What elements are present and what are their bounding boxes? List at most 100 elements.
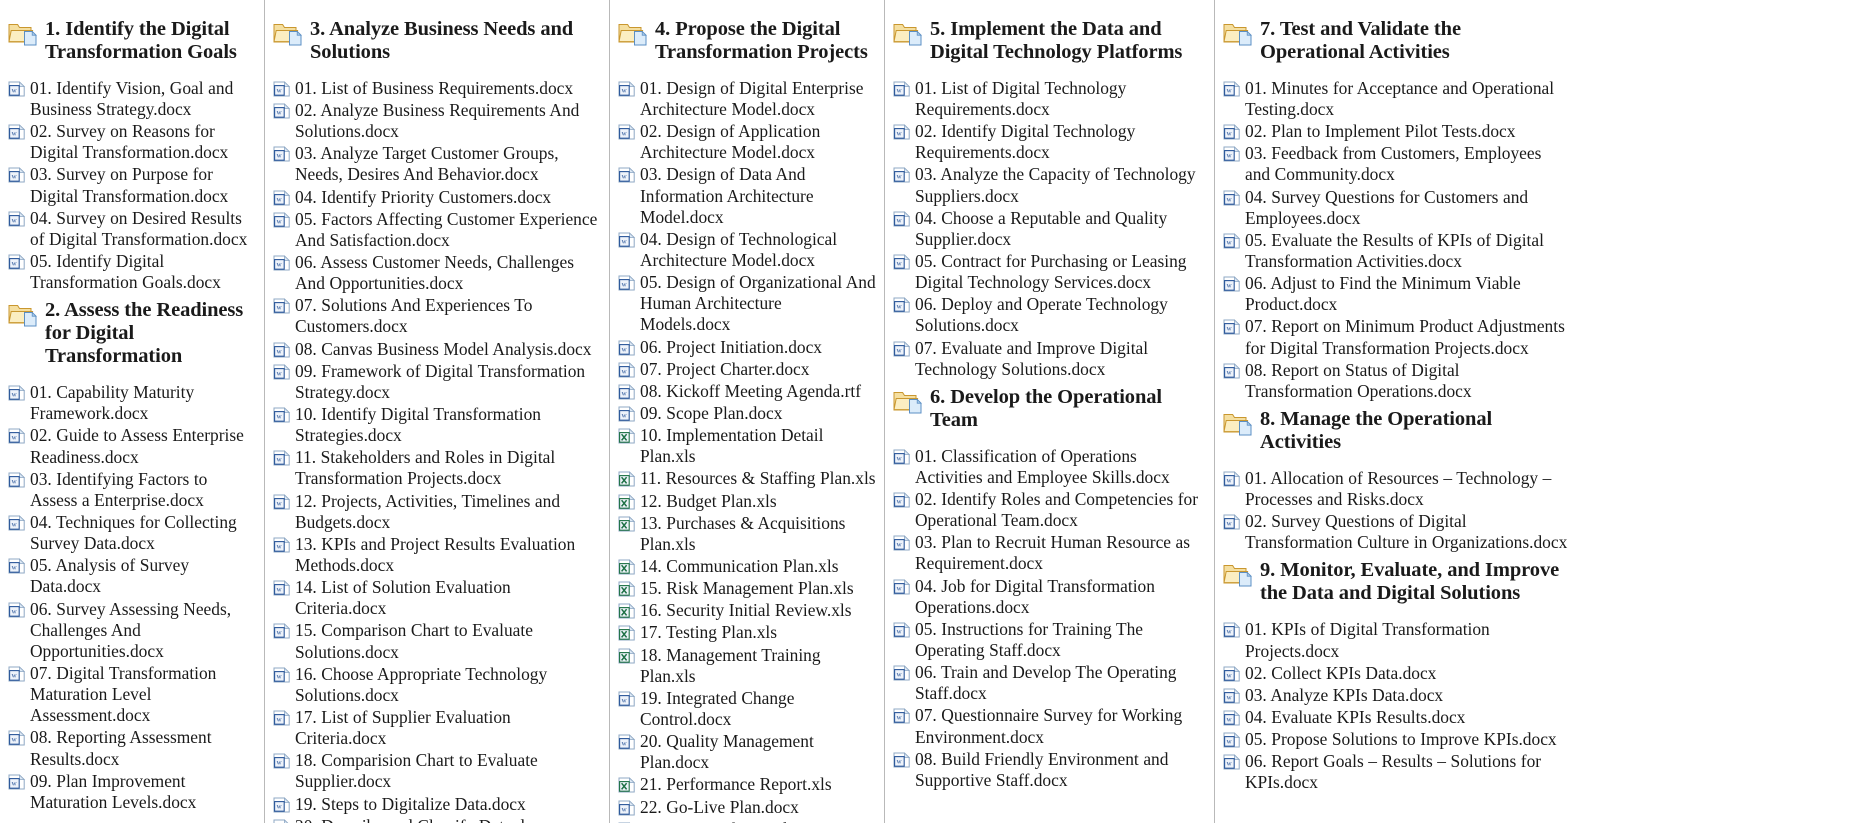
file-list-item[interactable]: w 08. Build Friendly Environment and Supp… (893, 749, 1206, 791)
file-list-item[interactable]: w 01. Classification of Operations Activi… (893, 446, 1206, 488)
file-list-item[interactable]: w 01. Identify Vision, Goal and Business … (8, 78, 256, 120)
file-list-item[interactable]: w 02. Identify Roles and Competencies for… (893, 489, 1206, 531)
section-header[interactable]: 5. Implement the Data and Digital Techno… (893, 18, 1206, 64)
file-list-item[interactable]: w 08. Canvas Business Model Analysis.docx (273, 339, 601, 360)
file-list-item[interactable]: w 01. Design of Digital Enterprise Archit… (618, 78, 876, 120)
file-list-item[interactable]: w 05. Factors Affecting Customer Experien… (273, 209, 601, 251)
file-list-item[interactable]: w 02. Identify Digital Technology Require… (893, 121, 1206, 163)
file-list-item[interactable]: w 03. Identifying Factors to Assess a Ent… (8, 469, 256, 511)
file-list-item[interactable]: w 07. Report on Minimum Product Adjustmen… (1223, 316, 1569, 358)
file-list-item[interactable]: 17. Testing Plan.xls (618, 622, 876, 643)
file-list-item[interactable]: w 01. List of Digital Technology Requirem… (893, 78, 1206, 120)
file-list-item[interactable]: w 06. Project Initiation.docx (618, 337, 876, 358)
section-header[interactable]: 3. Analyze Business Needs and Solutions (273, 18, 601, 64)
file-list-item[interactable]: w 05. Evaluate the Results of KPIs of Dig… (1223, 230, 1569, 272)
file-list-item[interactable]: 16. Security Initial Review.xls (618, 600, 876, 621)
file-list-item[interactable]: w 02. Survey Questions of Digital Transfo… (1223, 511, 1569, 553)
file-list-item[interactable]: w 07. Questionnaire Survey for Working En… (893, 705, 1206, 747)
file-list-item[interactable]: w 19. Steps to Digitalize Data.docx (273, 794, 601, 815)
file-list-item[interactable]: w 04. Evaluate KPIs Results.docx (1223, 707, 1569, 728)
file-list-item[interactable]: w 04. Job for Digital Transformation Oper… (893, 576, 1206, 618)
file-list-item[interactable]: w 05. Identify Digital Transformation Goa… (8, 251, 256, 293)
file-list-item[interactable]: w 07. Evaluate and Improve Digital Techno… (893, 338, 1206, 380)
file-list-item[interactable]: 11. Resources & Staffing Plan.xls (618, 468, 876, 489)
file-list-item[interactable]: w 03. Survey on Purpose for Digital Trans… (8, 164, 256, 206)
file-list-item[interactable]: 10. Implementation Detail Plan.xls (618, 425, 876, 467)
file-list-item[interactable]: w 14. List of Solution Evaluation Criteri… (273, 577, 601, 619)
file-list-item[interactable]: w 16. Choose Appropriate Technology Solut… (273, 664, 601, 706)
file-list-item[interactable]: w 02. Survey on Reasons for Digital Trans… (8, 121, 256, 163)
file-list-item[interactable]: w 07. Solutions And Experiences To Custom… (273, 295, 601, 337)
file-list-item[interactable]: w 03. Analyze the Capacity of Technology … (893, 164, 1206, 206)
file-list-item[interactable]: w 02. Collect KPIs Data.docx (1223, 663, 1569, 684)
file-list-item[interactable]: w 02. Plan to Implement Pilot Tests.docx (1223, 121, 1569, 142)
file-list-item[interactable]: w 05. Contract for Purchasing or Leasing … (893, 251, 1206, 293)
file-list-item[interactable]: w 06. Adjust to Find the Minimum Viable P… (1223, 273, 1569, 315)
file-list-item[interactable]: w 04. Techniques for Collecting Survey Da… (8, 512, 256, 554)
file-list-item[interactable]: w 12. Projects, Activities, Timelines and… (273, 491, 601, 533)
section-header[interactable]: 8. Manage the Operational Activities (1223, 408, 1569, 454)
file-list-item[interactable]: w20. Describe and Classify Data.docx (273, 816, 601, 823)
file-list-item[interactable]: w 06. Train and Develop The Operating Sta… (893, 662, 1206, 704)
file-list-item[interactable]: w 02. Analyze Business Requirements And S… (273, 100, 601, 142)
file-list-item[interactable]: w 07. Digital Transformation Maturation L… (8, 663, 256, 726)
file-list-item[interactable]: w 08. Reporting Assessment Results.docx (8, 727, 256, 769)
file-list-item[interactable]: w 03. Design of Data And Information Arch… (618, 164, 876, 227)
file-list-item[interactable]: w 09. Framework of Digital Transformation… (273, 361, 601, 403)
section-header[interactable]: 6. Develop the Operational Team (893, 386, 1206, 432)
file-list-item[interactable]: w 03. Analyze KPIs Data.docx (1223, 685, 1569, 706)
file-list-item[interactable]: 21. Performance Report.xls (618, 774, 876, 795)
file-list-item[interactable]: w 15. Comparison Chart to Evaluate Soluti… (273, 620, 601, 662)
file-list-item[interactable]: w 06. Survey Assessing Needs, Challenges … (8, 599, 256, 662)
section-header[interactable]: 2. Assess the Readiness for Digital Tran… (8, 299, 256, 368)
section-header[interactable]: 4. Propose the Digital Transformation Pr… (618, 18, 876, 64)
file-list-item[interactable]: w 01. Capability Maturity Framework.docx (8, 382, 256, 424)
file-list-item[interactable]: w 05. Instructions for Training The Opera… (893, 619, 1206, 661)
file-list-item[interactable]: w 01. List of Business Requirements.docx (273, 78, 601, 99)
file-list-item[interactable]: w 01. Minutes for Acceptance and Operatio… (1223, 78, 1569, 120)
file-list-item[interactable]: w 05. Propose Solutions to Improve KPIs.d… (1223, 729, 1569, 750)
file-list-item[interactable]: 14. Communication Plan.xls (618, 556, 876, 577)
file-list-item[interactable]: w 22. Go-Live Plan.docx (618, 797, 876, 818)
file-list-item[interactable]: w 03. Plan to Recruit Human Resource as R… (893, 532, 1206, 574)
file-list-item[interactable]: w 04. Survey on Desired Results of Digita… (8, 208, 256, 250)
file-name-label: 02. Survey on Reasons for Digital Transf… (30, 121, 229, 163)
file-list-item[interactable]: w 06. Deploy and Operate Technology Solut… (893, 294, 1206, 336)
file-list-item[interactable]: w 07. Project Charter.docx (618, 359, 876, 380)
section-header[interactable]: 9. Monitor, Evaluate, and Improve the Da… (1223, 559, 1569, 605)
file-list-item[interactable]: w 08. Report on Status of Digital Transfo… (1223, 360, 1569, 402)
file-list-item[interactable]: w 08. Kickoff Meeting Agenda.rtf (618, 381, 876, 402)
file-list-item[interactable]: w 02. Design of Application Architecture … (618, 121, 876, 163)
file-list-item[interactable]: w 20. Quality Management Plan.docx (618, 731, 876, 773)
file-list-item[interactable]: w 05. Design of Organizational And Human … (618, 272, 876, 335)
svg-text:w: w (276, 87, 282, 95)
file-list-item[interactable]: w 09. Plan Improvement Maturation Levels.… (8, 771, 256, 813)
file-list-item[interactable]: w 03. Analyze Target Customer Groups, Nee… (273, 143, 601, 185)
file-list-item[interactable]: 12. Budget Plan.xls (618, 491, 876, 512)
file-list-item[interactable]: w 04. Design of Technological Architectur… (618, 229, 876, 271)
file-list-item[interactable]: w 19. Integrated Change Control.docx (618, 688, 876, 730)
file-list-item[interactable]: w 03. Feedback from Customers, Employees … (1223, 143, 1569, 185)
svg-text:w: w (11, 87, 17, 95)
file-list-item[interactable]: w 04. Identify Priority Customers.docx (273, 187, 601, 208)
file-list-item[interactable]: w 17. List of Supplier Evaluation Criteri… (273, 707, 601, 749)
file-list-item[interactable]: 15. Risk Management Plan.xls (618, 578, 876, 599)
file-list-item[interactable]: w 06. Report Goals – Results – Solutions … (1223, 751, 1569, 793)
file-list-item[interactable]: w 04. Survey Questions for Customers and … (1223, 187, 1569, 229)
file-list-item[interactable]: w23. Project Closing.docx (618, 819, 876, 823)
file-list-item[interactable]: w 10. Identify Digital Transformation Str… (273, 404, 601, 446)
file-list-item[interactable]: w 13. KPIs and Project Results Evaluation… (273, 534, 601, 576)
file-list-item[interactable]: w 01. KPIs of Digital Transformation Proj… (1223, 619, 1569, 661)
file-list-item[interactable]: w 01. Allocation of Resources – Technolog… (1223, 468, 1569, 510)
file-list-item[interactable]: 18. Management Training Plan.xls (618, 645, 876, 687)
section-header[interactable]: 1. Identify the Digital Transformation G… (8, 18, 256, 64)
section-header[interactable]: 7. Test and Validate the Operational Act… (1223, 18, 1569, 64)
file-list-item[interactable]: w 04. Choose a Reputable and Quality Supp… (893, 208, 1206, 250)
file-list-item[interactable]: w 06. Assess Customer Needs, Challenges A… (273, 252, 601, 294)
file-list-item[interactable]: w 11. Stakeholders and Roles in Digital T… (273, 447, 601, 489)
file-list-item[interactable]: w 05. Analysis of Survey Data.docx (8, 555, 256, 597)
file-list-item[interactable]: w 02. Guide to Assess Enterprise Readines… (8, 425, 256, 467)
file-list-item[interactable]: 13. Purchases & Acquisitions Plan.xls (618, 513, 876, 555)
file-list-item[interactable]: w 18. Comparision Chart to Evaluate Suppl… (273, 750, 601, 792)
file-list-item[interactable]: w 09. Scope Plan.docx (618, 403, 876, 424)
